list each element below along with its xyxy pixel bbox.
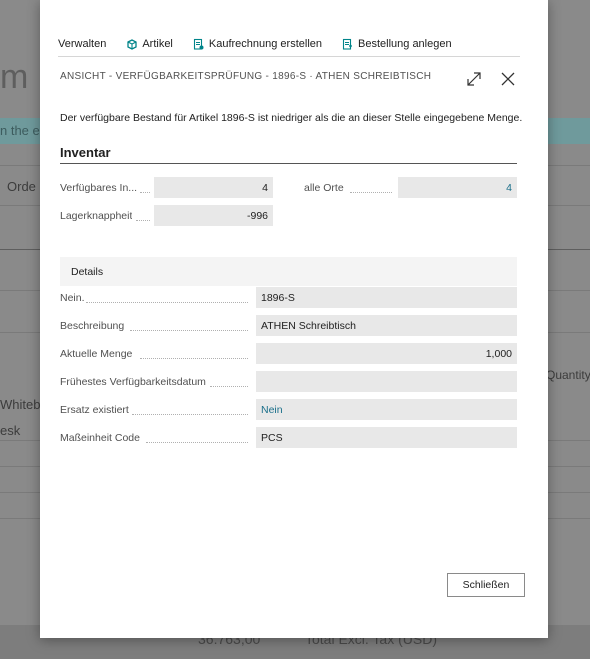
unit-of-measure-label: Maßeinheit Code [60,432,140,444]
field-dots [130,330,248,331]
action-create-purchase-invoice-label: Kaufrechnung erstellen [208,38,323,50]
field-dots [140,358,248,359]
expand-icon[interactable] [465,70,483,88]
background-row-text: Whiteb [0,397,41,412]
substitute-exists-field[interactable]: Nein [256,399,517,420]
item-no-field: 1896-S [256,287,517,308]
close-icon[interactable] [499,70,517,88]
field-dots [140,192,150,193]
inventory-group-rule [60,163,517,164]
all-locations-field[interactable]: 4 [398,177,517,198]
shortage-label: Lagerknappheit [60,210,133,222]
action-manage-label: Verwalten [58,38,107,50]
available-inventory-field: 4 [154,177,273,198]
availability-check-dialog: Verwalten Artikel Kaufrechnung erstellen [40,0,548,638]
close-button[interactable]: Schließen [447,573,525,597]
action-manage[interactable]: Verwalten [58,38,106,50]
description-field: ATHEN Schreibtisch [256,315,517,336]
all-locations-label: alle Orte [304,182,344,194]
shortage-message: Der verfügbare Bestand für Artikel 1896-… [60,112,523,124]
background-row-text: esk [0,423,21,438]
inventory-group-title: Inventar [60,145,111,160]
details-section-header[interactable]: Details [60,257,517,286]
earliest-availability-date-label: Frühestes Verfügbarkeitsdatum [60,376,206,388]
action-bar-divider [58,56,520,57]
dialog-caption: ANSICHT - VERFÜGBARKEITSPRÜFUNG - 1896-S… [60,71,432,82]
earliest-availability-date-field [256,371,517,392]
background-title: m [0,58,29,96]
available-inventory-label: Verfügbares In... [60,182,138,194]
action-item-label: Artikel [142,38,173,50]
shortage-field: -996 [154,205,273,226]
details-title: Details [71,266,104,278]
item-no-label: Nein. [60,292,85,304]
description-label: Beschreibung [60,320,125,332]
item-icon [127,38,137,50]
background-banner-text: n the e [0,123,40,138]
substitute-exists-label: Ersatz existiert [60,404,129,416]
purchase-order-icon [342,38,353,50]
current-quantity-field: 1,000 [256,343,517,364]
field-dots [146,442,248,443]
action-create-purchase-order[interactable]: Bestellung anlegen [342,38,452,50]
background-quantity-header: Quantity [546,368,590,382]
field-dots [136,220,150,221]
field-dots [350,192,392,193]
purchase-invoice-icon [193,38,204,50]
background-order-text: Orde [7,179,36,194]
field-dots [86,302,248,303]
action-bar: Verwalten Artikel Kaufrechnung erstellen [58,34,520,54]
field-dots [210,386,248,387]
action-create-purchase-invoice[interactable]: Kaufrechnung erstellen [193,38,322,50]
field-dots [132,414,248,415]
action-create-purchase-order-label: Bestellung anlegen [358,38,452,50]
unit-of-measure-field: PCS [256,427,517,448]
action-item[interactable]: Artikel [126,38,173,50]
current-quantity-label: Aktuelle Menge [60,348,133,360]
